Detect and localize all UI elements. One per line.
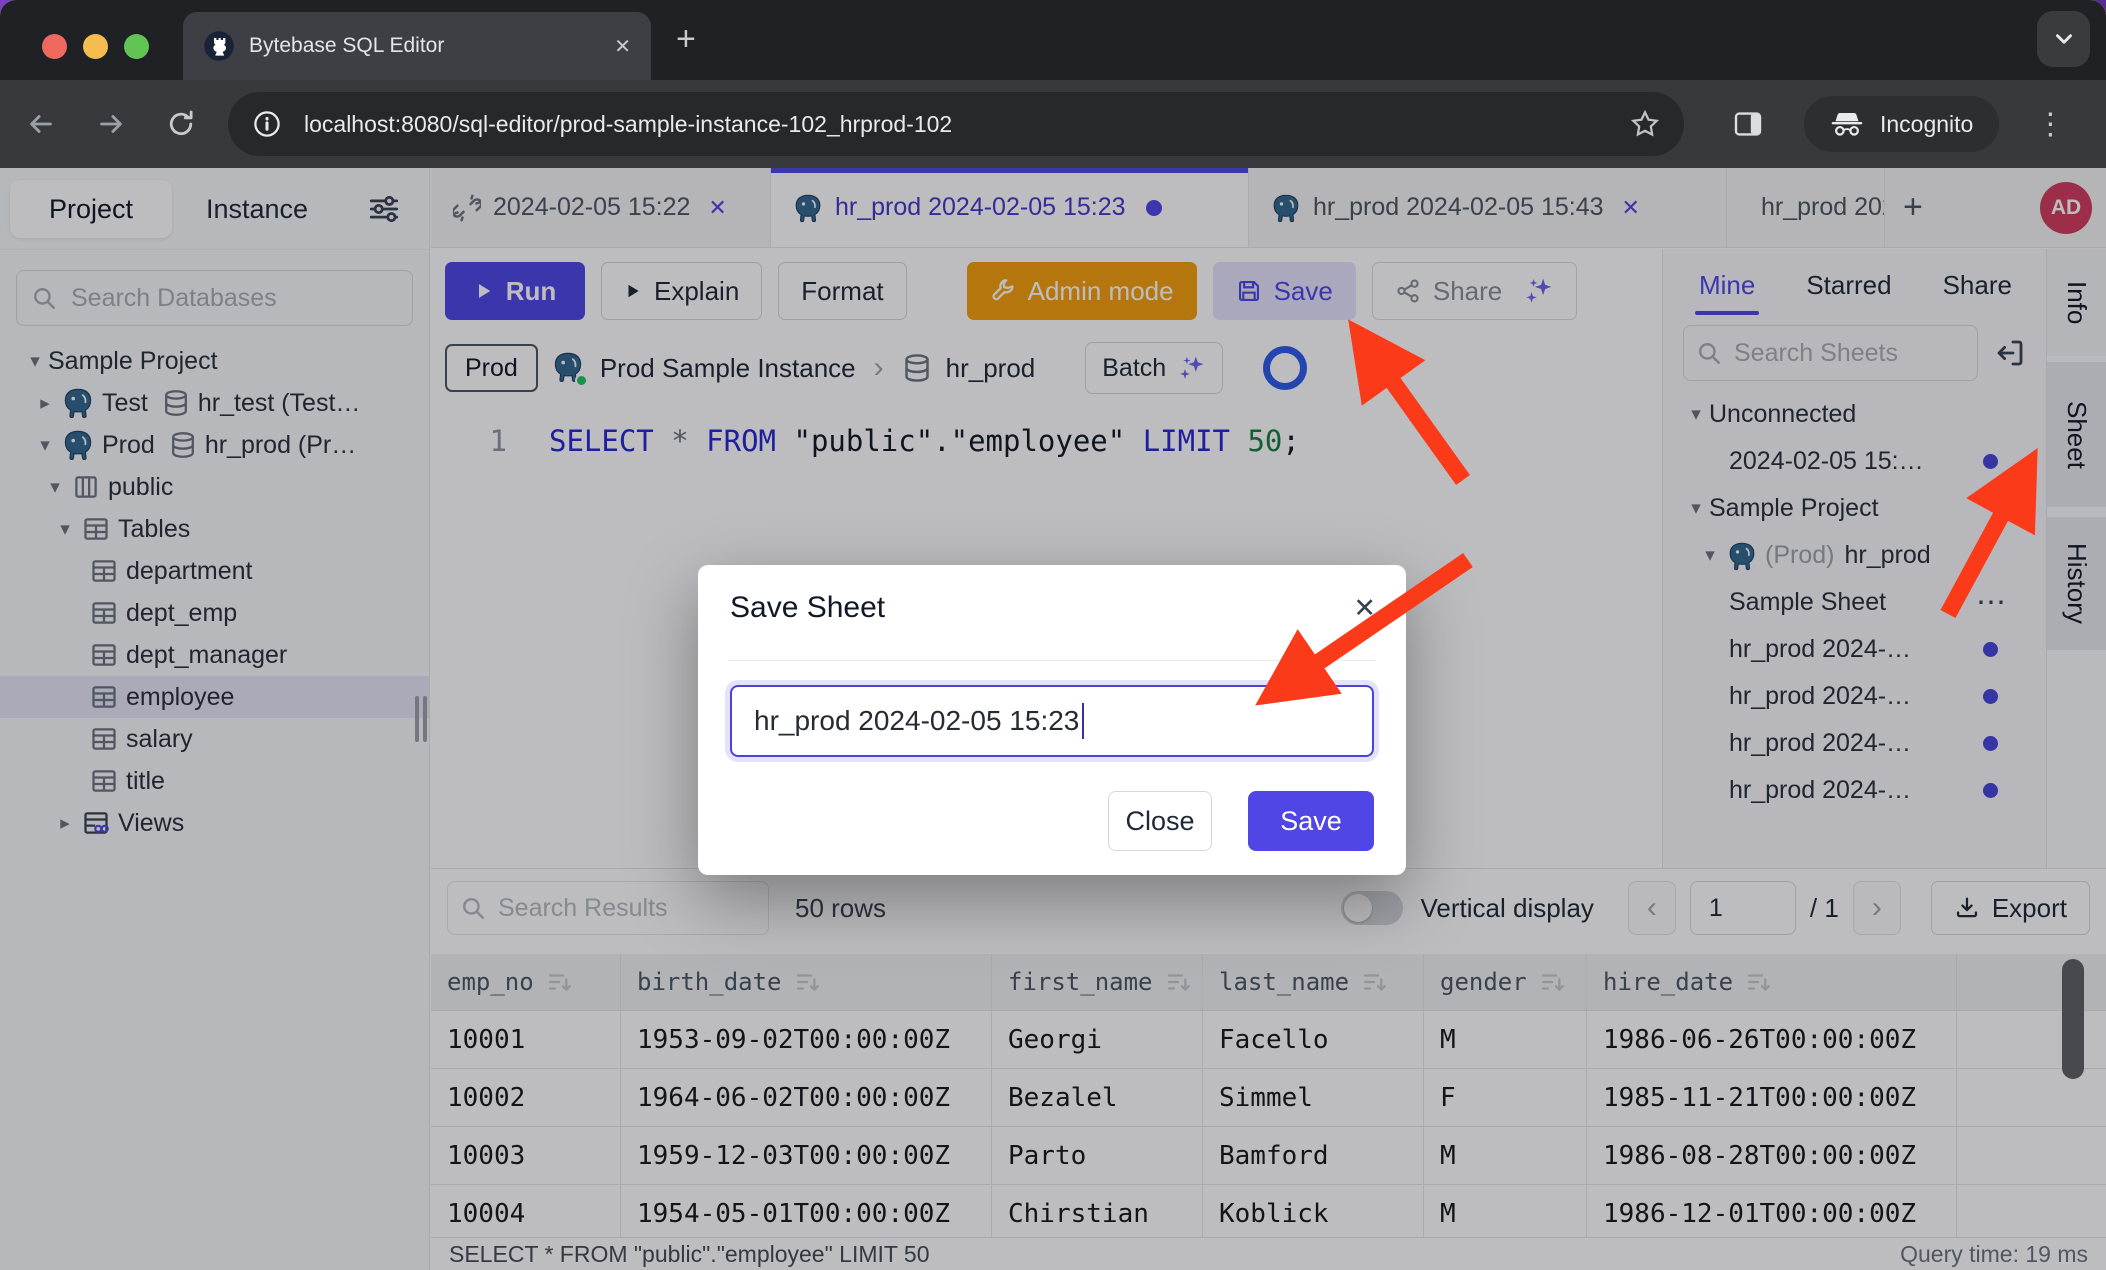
browser-tab-title: Bytebase SQL Editor: [249, 34, 600, 58]
side-panel-icon[interactable]: [1732, 108, 1764, 140]
browser-window: Bytebase SQL Editor ✕ + localhost:8080/s…: [0, 0, 2106, 1270]
close-window-button[interactable]: [42, 34, 67, 59]
text-caret: [1082, 703, 1084, 739]
tab-overview-button[interactable]: [2037, 11, 2090, 67]
dialog-save-button[interactable]: Save: [1248, 791, 1374, 851]
forward-button[interactable]: [96, 109, 126, 139]
browser-toolbar: localhost:8080/sql-editor/prod-sample-in…: [0, 80, 2106, 168]
browser-titlebar: Bytebase SQL Editor ✕ +: [0, 0, 2106, 80]
browser-menu-button[interactable]: ⋮: [2035, 107, 2065, 142]
chevron-down-icon: [2051, 26, 2077, 52]
bookmark-star-icon[interactable]: [1630, 109, 1660, 139]
back-button[interactable]: [26, 109, 56, 139]
dialog-divider: [728, 660, 1376, 661]
site-info-icon[interactable]: [252, 109, 282, 139]
incognito-badge: Incognito: [1804, 96, 1999, 152]
dialog-close-button[interactable]: Close: [1108, 791, 1212, 851]
sheet-name-input[interactable]: hr_prod 2024-02-05 15:23: [730, 685, 1374, 757]
address-bar[interactable]: localhost:8080/sql-editor/prod-sample-in…: [228, 92, 1684, 156]
incognito-icon: [1830, 110, 1864, 138]
minimize-window-button[interactable]: [83, 34, 108, 59]
zoom-window-button[interactable]: [124, 34, 149, 59]
dialog-title: Save Sheet: [730, 591, 1374, 625]
bytebase-logo-icon: [203, 30, 235, 62]
browser-tab[interactable]: Bytebase SQL Editor ✕: [183, 12, 651, 80]
dialog-close-icon[interactable]: ✕: [1353, 593, 1376, 624]
new-tab-button[interactable]: +: [676, 22, 696, 56]
incognito-label: Incognito: [1880, 111, 1973, 138]
close-tab-icon[interactable]: ✕: [614, 34, 631, 59]
url-text[interactable]: localhost:8080/sql-editor/prod-sample-in…: [304, 111, 1630, 138]
save-sheet-dialog: Save Sheet ✕ hr_prod 2024-02-05 15:23 Cl…: [698, 565, 1406, 875]
reload-button[interactable]: [166, 109, 196, 139]
screenshot-root: Bytebase SQL Editor ✕ + localhost:8080/s…: [0, 0, 2106, 1270]
sheet-name-value: hr_prod 2024-02-05 15:23: [754, 705, 1079, 737]
dialog-buttons: Close Save: [1108, 791, 1374, 851]
